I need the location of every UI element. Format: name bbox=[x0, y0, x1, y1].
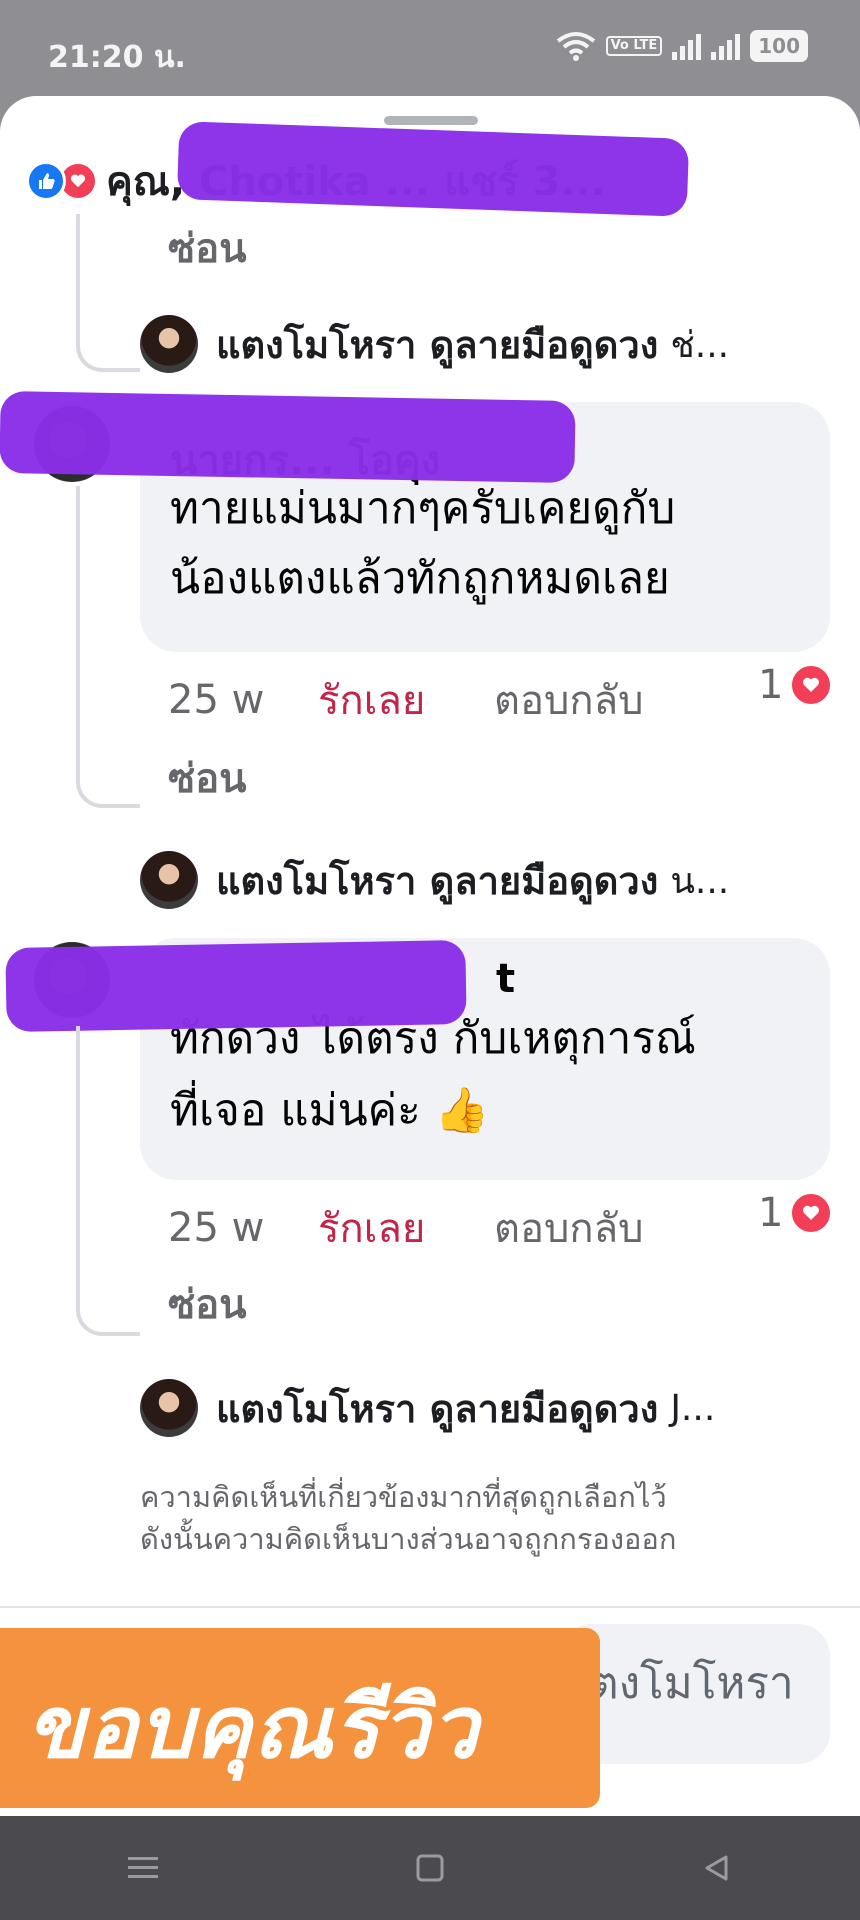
thread-line bbox=[76, 486, 80, 756]
reply-preview[interactable]: แตงโมโหรา ดูลายมือดูดวง ช่... bbox=[140, 314, 729, 374]
filter-notice-line: ดังนั้นความคิดเห็นบางส่วนอาจถูกกรองออก bbox=[140, 1522, 677, 1556]
comment-author: t bbox=[496, 956, 516, 1002]
comment-text-line: น้องแตงแล้วทักถูกหมดเลย bbox=[170, 553, 670, 604]
reply-snippet: น... bbox=[670, 860, 730, 902]
hide-replies-link[interactable]: ซ่อน bbox=[168, 1272, 247, 1336]
comment-time: 25 w bbox=[168, 1205, 265, 1251]
comments-sheet: คุณ, Chotika ... แชร์ 3... ซ่อน แตงโมโหร… bbox=[0, 96, 860, 1816]
comment-time: 25 w bbox=[168, 677, 265, 723]
filter-notice: ความคิดเห็นที่เกี่ยวข้องมากที่สุดถูกเลือ… bbox=[140, 1476, 676, 1560]
signal-icon-2 bbox=[711, 32, 741, 60]
filter-notice-line: ความคิดเห็นที่เกี่ยวข้องมากที่สุดถูกเลือ… bbox=[140, 1480, 667, 1514]
hide-replies-link[interactable]: ซ่อน bbox=[168, 216, 247, 280]
reaction-count[interactable]: 1 bbox=[758, 662, 834, 708]
comment-text-line: ทายแม่นมากๆครับเคยดูกับ bbox=[170, 483, 676, 534]
hide-replies-link[interactable]: ซ่อน bbox=[168, 746, 247, 810]
reply-snippet: ช่... bbox=[670, 324, 730, 366]
status-icons: Vo LTE 100 bbox=[556, 30, 808, 62]
banner-text: ขอบคุณรีวิว bbox=[26, 1678, 480, 1778]
reaction-count[interactable]: 1 bbox=[758, 1190, 834, 1236]
thread-connector bbox=[76, 318, 140, 372]
back-icon[interactable] bbox=[687, 1838, 747, 1898]
clock: 21:20 น. bbox=[48, 40, 186, 75]
home-icon[interactable] bbox=[400, 1838, 460, 1898]
reply-button[interactable]: ตอบกลับ bbox=[494, 1196, 644, 1260]
status-bar: 21:20 น. Vo LTE 100 bbox=[0, 0, 860, 100]
reply-button[interactable]: ตอบกลับ bbox=[494, 668, 644, 732]
volte-badge: Vo LTE bbox=[605, 36, 663, 56]
composer-text: ตงโมโหรา bbox=[590, 1658, 794, 1709]
thread-line bbox=[76, 1026, 80, 1284]
reply-snippet: J... bbox=[670, 1387, 716, 1429]
divider bbox=[0, 1606, 860, 1608]
reply-author: แตงโมโหรา ดูลายมือดูดวง bbox=[216, 322, 659, 367]
redaction-mark bbox=[5, 939, 467, 1033]
battery-icon: 100 bbox=[750, 30, 808, 62]
reply-preview[interactable]: แตงโมโหรา ดูลายมือดูดวง น... bbox=[140, 850, 729, 910]
thread-connector bbox=[76, 1282, 140, 1336]
reply-author: แตงโมโหรา ดูลายมือดูดวง bbox=[216, 1386, 659, 1431]
reply-author: แตงโมโหรา ดูลายมือดูดวง bbox=[216, 858, 659, 903]
comment-actions: 25 w รักเลย ตอบกลับ bbox=[168, 668, 644, 732]
love-reaction-icon bbox=[789, 1191, 834, 1235]
navigation-bar bbox=[0, 1816, 860, 1920]
thread-connector bbox=[76, 754, 140, 808]
love-reaction-icon bbox=[789, 663, 834, 707]
menu-icon[interactable] bbox=[113, 1838, 173, 1898]
comment-actions: 25 w รักเลย ตอบกลับ bbox=[168, 1196, 644, 1260]
reaction-count-value: 1 bbox=[758, 1190, 784, 1236]
love-button[interactable]: รักเลย bbox=[318, 668, 494, 732]
drag-handle[interactable] bbox=[384, 116, 478, 125]
thank-you-banner: ขอบคุณรีวิว bbox=[0, 1628, 600, 1808]
reply-preview[interactable]: แตงโมโหรา ดูลายมือดูดวง J... bbox=[140, 1378, 715, 1438]
reaction-count-value: 1 bbox=[758, 662, 784, 708]
comment-text-line: ที่เจอ แม่นค่ะ 👍 bbox=[170, 1085, 490, 1136]
signal-icon bbox=[672, 32, 702, 60]
avatar bbox=[140, 851, 198, 909]
love-button[interactable]: รักเลย bbox=[318, 1196, 494, 1260]
avatar bbox=[140, 315, 198, 373]
avatar bbox=[140, 1379, 198, 1437]
redaction-mark bbox=[0, 390, 576, 484]
like-reaction-icon bbox=[26, 161, 66, 201]
wifi-icon bbox=[556, 31, 596, 61]
thread-line bbox=[76, 214, 80, 320]
